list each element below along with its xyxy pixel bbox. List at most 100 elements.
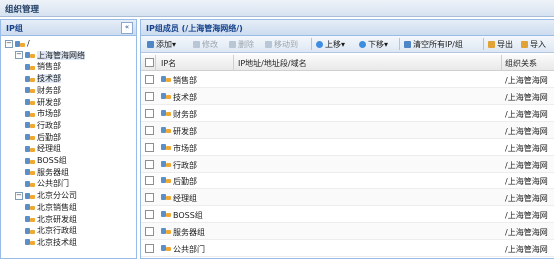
relation-cell: /上海管海网 xyxy=(505,143,548,153)
move-down-button[interactable]: 下移▾ xyxy=(359,39,388,50)
tree-node[interactable]: 行政部 xyxy=(25,121,61,131)
ip-name-cell: 技术部 xyxy=(173,92,197,102)
column-relation[interactable]: 组织关系 xyxy=(505,58,537,69)
tree-node[interactable]: − 北京分公司 xyxy=(15,191,77,201)
ip-group-panel-header: IP组 « xyxy=(1,20,136,36)
tree-node[interactable]: 服务器组 xyxy=(25,168,69,178)
table-row[interactable]: 公共部门/上海管海网 xyxy=(141,240,554,257)
row-checkbox[interactable] xyxy=(145,75,154,84)
group-icon xyxy=(161,143,171,151)
user-delete-icon xyxy=(229,41,236,48)
select-all-checkbox[interactable] xyxy=(145,58,154,67)
table-row[interactable]: 经理组/上海管海网 xyxy=(141,189,554,207)
row-checkbox[interactable] xyxy=(145,108,154,118)
tree-expander-icon[interactable]: − xyxy=(15,51,23,60)
table-row[interactable]: 服务器组/上海管海网 xyxy=(141,223,554,241)
row-checkbox[interactable] xyxy=(145,91,154,101)
group-icon xyxy=(25,238,35,246)
tree-node[interactable]: 经理组 xyxy=(25,144,61,154)
relation-cell: /上海管海网 xyxy=(505,245,548,254)
group-icon xyxy=(25,110,35,118)
tree-node[interactable]: 后勤部 xyxy=(25,133,61,143)
row-checkbox[interactable] xyxy=(145,142,154,152)
tree-node-label: 北京行政组 xyxy=(37,226,77,236)
group-icon xyxy=(161,160,171,168)
table-row[interactable]: 销售部/上海管海网 xyxy=(141,71,554,88)
tree-node[interactable]: 北京技术组 xyxy=(25,238,77,248)
column-ip-name[interactable]: IP名 xyxy=(161,58,176,69)
group-icon xyxy=(161,75,171,83)
row-checkbox[interactable] xyxy=(145,176,154,186)
import-button[interactable]: 导入 xyxy=(521,39,546,50)
user-add-icon xyxy=(147,41,154,48)
column-divider xyxy=(233,55,234,70)
tree-node[interactable]: 研发部 xyxy=(25,98,61,108)
clear-all-ip-button[interactable]: 清空所有IP/组 xyxy=(404,39,463,50)
edit-button[interactable]: 修改 xyxy=(193,39,218,50)
group-icon xyxy=(15,40,25,48)
table-row[interactable]: 财务部/上海管海网 xyxy=(141,105,554,122)
tree-node[interactable]: 财务部 xyxy=(25,86,61,96)
tree-node[interactable]: 公共部门 xyxy=(25,179,69,189)
tree-node-label: 北京分公司 xyxy=(37,191,77,201)
ip-group-tree-panel: IP组 « − / − 上海管海网络 销售部技术部 财务部研发部市场部行政部 后勤部经理组 B… xyxy=(0,19,137,259)
relation-cell: /上海管海网 xyxy=(505,76,548,85)
relation-cell: /上海管海网 xyxy=(505,92,548,102)
group-icon xyxy=(161,176,171,184)
group-icon xyxy=(25,121,35,129)
import-icon xyxy=(521,41,528,48)
relation-cell: /上海管海网 xyxy=(505,211,548,221)
group-icon xyxy=(161,210,171,218)
table-row[interactable]: 市场部/上海管海网 xyxy=(141,139,554,156)
move-up-button[interactable]: 上移▾ xyxy=(316,39,345,50)
delete-button[interactable]: 删除 xyxy=(229,39,254,50)
export-button[interactable]: 导出 xyxy=(488,39,513,50)
group-icon xyxy=(25,180,35,188)
table-row[interactable]: 后勤部/上海管海网 xyxy=(141,172,554,190)
toolbar-separator xyxy=(483,38,484,50)
tree-node[interactable]: 北京研发组 xyxy=(25,215,77,225)
group-icon xyxy=(161,244,171,252)
row-checkbox[interactable] xyxy=(145,227,154,237)
tree-node[interactable]: 技术部 xyxy=(25,74,61,84)
ip-name-cell: 后勤部 xyxy=(173,177,197,187)
tree-expander-icon[interactable]: − xyxy=(15,191,23,200)
members-panel-header: IP组成员 (/上海管海网络/) xyxy=(141,20,554,36)
move-to-button[interactable]: 移动到 xyxy=(265,39,298,50)
group-icon xyxy=(25,133,35,141)
row-checkbox[interactable] xyxy=(145,210,154,220)
tree-node[interactable]: − / xyxy=(5,39,30,49)
ip-name-cell: 研发部 xyxy=(173,126,197,136)
tree-node[interactable]: 北京行政组 xyxy=(25,226,77,236)
tree-node-label: 市场部 xyxy=(37,109,61,119)
ip-name-cell: 财务部 xyxy=(173,109,197,119)
row-checkbox[interactable] xyxy=(145,244,154,253)
tree-node[interactable]: BOSS组 xyxy=(25,156,67,166)
relation-cell: /上海管海网 xyxy=(505,228,548,238)
relation-cell: /上海管海网 xyxy=(505,126,548,136)
row-checkbox[interactable] xyxy=(145,159,154,169)
clear-users-icon xyxy=(404,41,411,48)
row-checkbox[interactable] xyxy=(145,125,154,135)
tree-node-label: 财务部 xyxy=(37,85,61,95)
tree-node[interactable]: 销售部 xyxy=(25,62,61,72)
table-row[interactable]: 研发部/上海管海网 xyxy=(141,121,554,139)
row-checkbox[interactable] xyxy=(145,193,154,203)
group-icon xyxy=(161,126,171,134)
tree-node[interactable]: 市场部 xyxy=(25,109,61,119)
column-ip-address[interactable]: IP地址/地址段/域名 xyxy=(238,58,307,69)
tree-node-label: 后勤部 xyxy=(37,132,61,142)
ip-name-cell: 销售部 xyxy=(173,76,197,85)
tree-node[interactable]: − 上海管海网络 xyxy=(15,50,85,61)
ip-group-members-panel: IP组成员 (/上海管海网络/) 添加▾ 修改 删除 移动到 上移▾ 下移▾ 清… xyxy=(140,19,554,259)
tree-expander-icon[interactable]: − xyxy=(5,39,13,48)
collapse-panel-button[interactable]: « xyxy=(121,22,133,34)
group-icon xyxy=(25,98,35,106)
tree-node-label: 研发部 xyxy=(37,97,61,107)
members-grid-header: IP名 IP地址/地址段/域名 组织关系 xyxy=(141,55,554,71)
table-row[interactable]: 技术部/上海管海网 xyxy=(141,87,554,105)
table-row[interactable]: BOSS组/上海管海网 xyxy=(141,206,554,224)
tree-node[interactable]: 北京销售组 xyxy=(25,203,77,213)
add-button[interactable]: 添加▾ xyxy=(147,39,176,50)
table-row[interactable]: 行政部/上海管海网 xyxy=(141,155,554,173)
